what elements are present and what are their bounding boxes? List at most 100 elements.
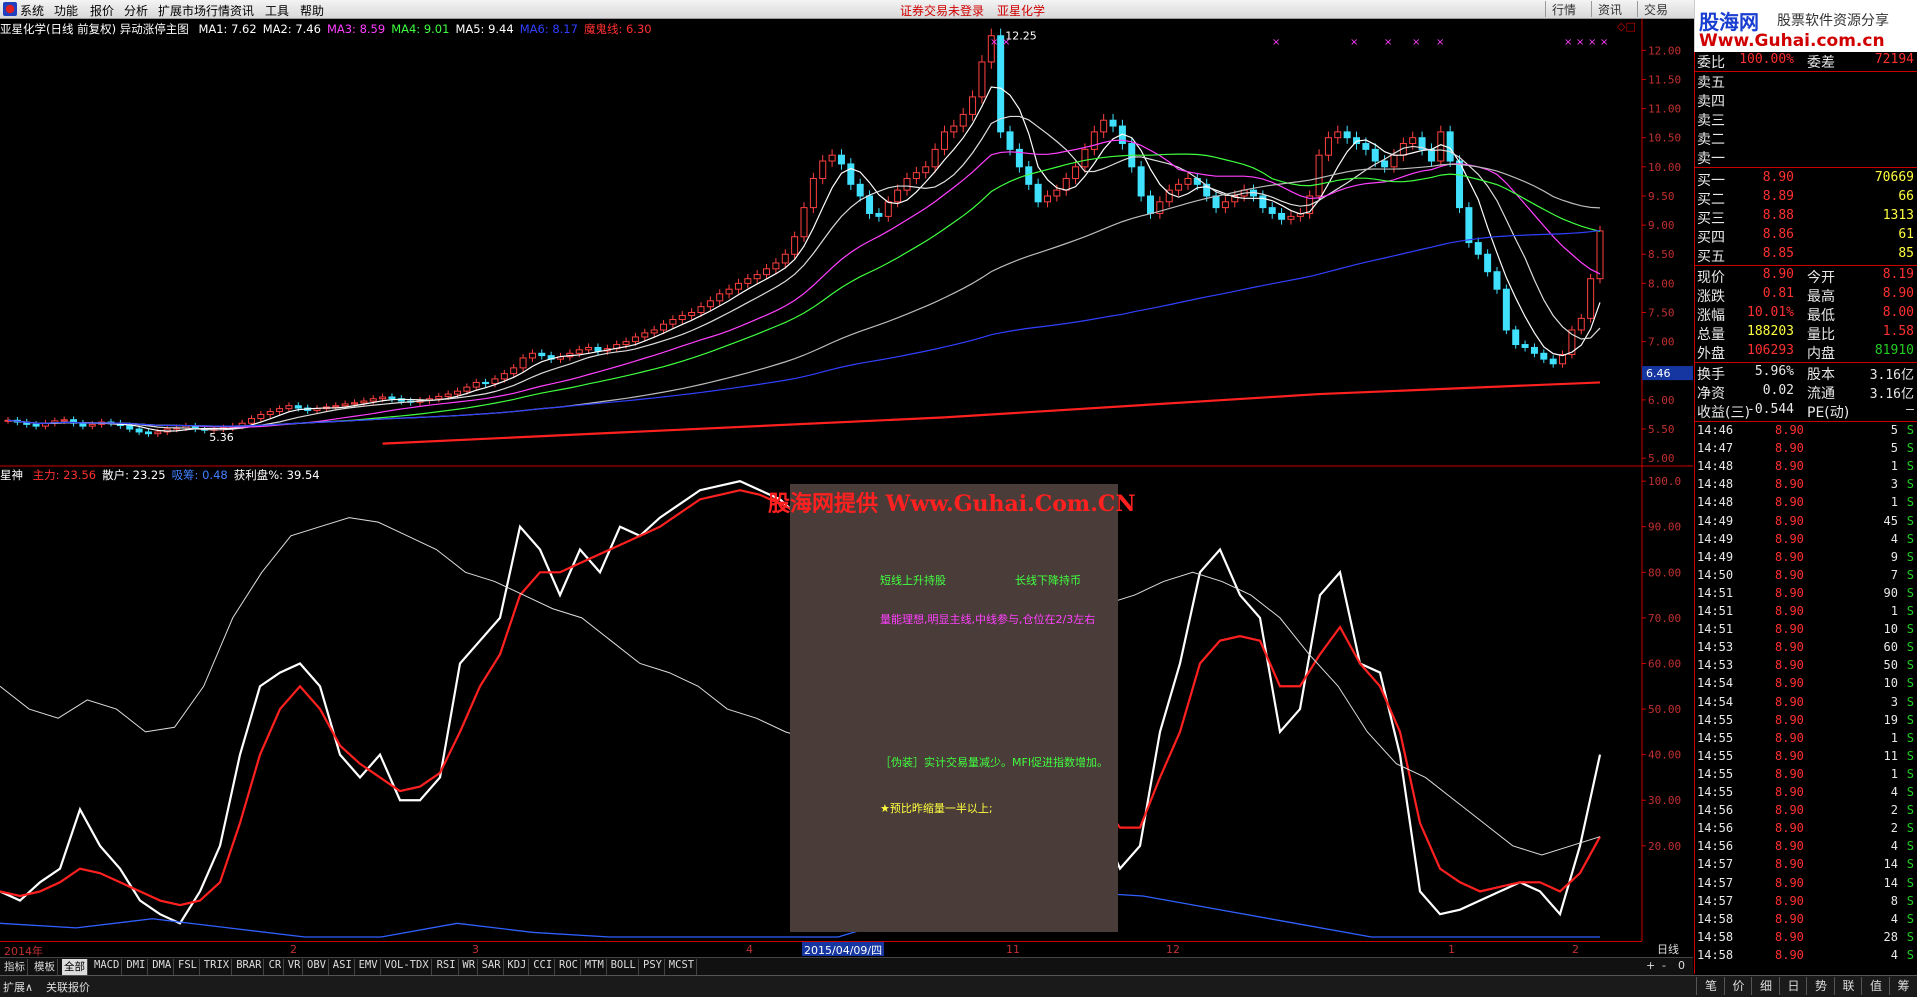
menu-item-0[interactable]: 系统 (20, 2, 44, 19)
indicator-tab-2[interactable]: 全部 (62, 959, 88, 975)
main-ytick-label: 5.00 (1648, 452, 1675, 465)
top-button-0[interactable]: 行情 (1545, 1, 1582, 17)
tick-volume: 10 (1883, 622, 1898, 637)
stat-label: 现价 (1697, 270, 1725, 286)
top-button-2[interactable]: 交易 (1637, 1, 1674, 17)
tick-volume: 1 (1890, 730, 1898, 745)
chart-area[interactable]: 12.00 11.50 11.00 10.50 10.00 9.50 9.00 8.50 8.0… (0, 19, 1693, 961)
indicator-tab-23[interactable]: PSY (641, 959, 665, 975)
indicator-tab-11[interactable]: OBV (305, 959, 329, 975)
candle-body (1315, 154, 1323, 197)
indicator-tab-8[interactable]: BRAR (234, 959, 265, 975)
quote-tab-3[interactable]: 日 (1778, 977, 1808, 995)
indicator-tab-22[interactable]: BOLL (609, 959, 639, 975)
candle-body (1474, 242, 1482, 255)
tick-price: 8.90 (1775, 730, 1804, 745)
candle-body (1540, 352, 1548, 360)
app-icon[interactable] (3, 2, 17, 16)
tick-volume: 1 (1890, 766, 1898, 781)
indicator-tab-21[interactable]: MTM (583, 959, 607, 975)
tick-volume: 8 (1890, 893, 1898, 908)
indicator-tab-18[interactable]: KDJ (505, 959, 530, 975)
quote-tab-0[interactable]: 笔 (1696, 977, 1725, 995)
indicator-tab-13[interactable]: EMV (357, 959, 381, 975)
buy-level-3: 买四 8.86 61 (1695, 227, 1917, 246)
tick-time: 14:58 (1697, 911, 1734, 926)
menu-item-2[interactable]: 报价 (90, 2, 114, 19)
ma-legend-0: MA1: 7.62 (198, 22, 257, 36)
tick-row-22: 14:56 8.90 2 S (1695, 821, 1917, 839)
zoom-button-1[interactable]: - (1662, 959, 1666, 972)
candle-body (519, 357, 527, 369)
candle-body (809, 177, 817, 209)
tick-side: S (1906, 640, 1914, 655)
quote-tab-1[interactable]: 价 (1723, 977, 1753, 995)
tick-volume: 3 (1890, 477, 1898, 492)
expand-button[interactable]: 扩展∧ (3, 979, 33, 995)
indicator-tab-14[interactable]: VOL-TDX (382, 959, 432, 975)
main-chart-close-icon[interactable]: ◇□ (1617, 20, 1636, 33)
candle-body (538, 352, 546, 357)
menu-item-7[interactable]: 帮助 (300, 2, 324, 19)
indicator-tab-12[interactable]: ASI (331, 959, 355, 975)
indicator-tab-0[interactable]: 指标 (2, 959, 28, 975)
related-quote-button[interactable]: 关联报价 (46, 979, 90, 995)
menu-item-1[interactable]: 功能 (54, 2, 78, 19)
signal-marker: × (1436, 37, 1444, 48)
candle-body (781, 253, 789, 264)
logo-subtitle: 股票软件资源分享 (1777, 13, 1889, 29)
indicator-tab-5[interactable]: DMA (150, 959, 175, 975)
candle-body (341, 403, 349, 407)
zoom-button-0[interactable]: + (1646, 959, 1655, 972)
candle-body (753, 274, 761, 280)
current-stock-name: 亚星化学 (997, 4, 1046, 18)
quote-tab-6[interactable]: 值 (1861, 977, 1890, 995)
candle-body (154, 431, 162, 435)
period-selector[interactable]: 日线 (1644, 941, 1692, 957)
indicator-tab-20[interactable]: ROC (557, 959, 581, 975)
indicator-tab-7[interactable]: TRIX (202, 959, 233, 975)
quote-tab-2[interactable]: 细 (1751, 977, 1780, 995)
indicator-tab-17[interactable]: SAR (480, 959, 504, 975)
indicator-tab-6[interactable]: FSL (176, 959, 200, 975)
candle-body (1043, 195, 1051, 203)
sub-legend-3: 获利盘%: 39.54 (233, 468, 320, 482)
candle-body (594, 346, 602, 352)
menu-item-6[interactable]: 工具 (265, 2, 289, 19)
indicator-tab-10[interactable]: VR (286, 959, 304, 975)
zoom-button-2[interactable]: 0 (1678, 959, 1685, 972)
quote-tab-7[interactable]: 筹 (1888, 977, 1917, 995)
stat-value: 8.00 (1882, 305, 1914, 320)
ma-legend-3: MA4: 9.01 (391, 22, 450, 36)
quote-tab-4[interactable]: 势 (1806, 977, 1835, 995)
candle-body (144, 431, 152, 435)
indicator-tab-1[interactable]: 模板 (32, 959, 58, 975)
menu-item-5[interactable]: 资讯 (230, 2, 254, 19)
current-price-tag-label: 6.46 (1646, 367, 1671, 380)
indicator-tab-15[interactable]: RSI (435, 959, 459, 975)
indicator-tab-24[interactable]: MCST (667, 959, 698, 975)
menu-item-3[interactable]: 分析 (124, 2, 148, 19)
sep (1695, 167, 1917, 168)
candle-body (1484, 253, 1492, 273)
sell-level-0: 卖五 (1695, 72, 1917, 91)
fund-label: 换手 (1697, 367, 1725, 383)
sub-chart-title: 星神 (0, 468, 23, 482)
candle-body (997, 35, 1005, 133)
sep (1695, 362, 1917, 363)
indicator-tab-19[interactable]: CCI (531, 959, 556, 975)
indicator-tab-4[interactable]: DMI (124, 959, 149, 975)
menu-item-4[interactable]: 扩展市场行情 (158, 2, 230, 19)
indicator-tab-9[interactable]: CR (267, 959, 285, 975)
candle-body (1343, 131, 1351, 139)
stat-row-0: 现价 8.90 今开 8.19 (1695, 267, 1917, 286)
tick-volume: 1 (1890, 459, 1898, 474)
tick-row-13: 14:53 8.90 50 S (1695, 658, 1917, 676)
indicator-tab-16[interactable]: WR (460, 959, 479, 975)
top-button-1[interactable]: 资讯 (1591, 1, 1628, 17)
sub-ytick-label: 100.0 (1648, 475, 1681, 488)
tick-side: S (1906, 694, 1914, 709)
indicator-tab-3[interactable]: MACD (92, 959, 123, 975)
quote-tab-5[interactable]: 联 (1833, 977, 1863, 995)
tick-time: 14:49 (1697, 513, 1734, 528)
